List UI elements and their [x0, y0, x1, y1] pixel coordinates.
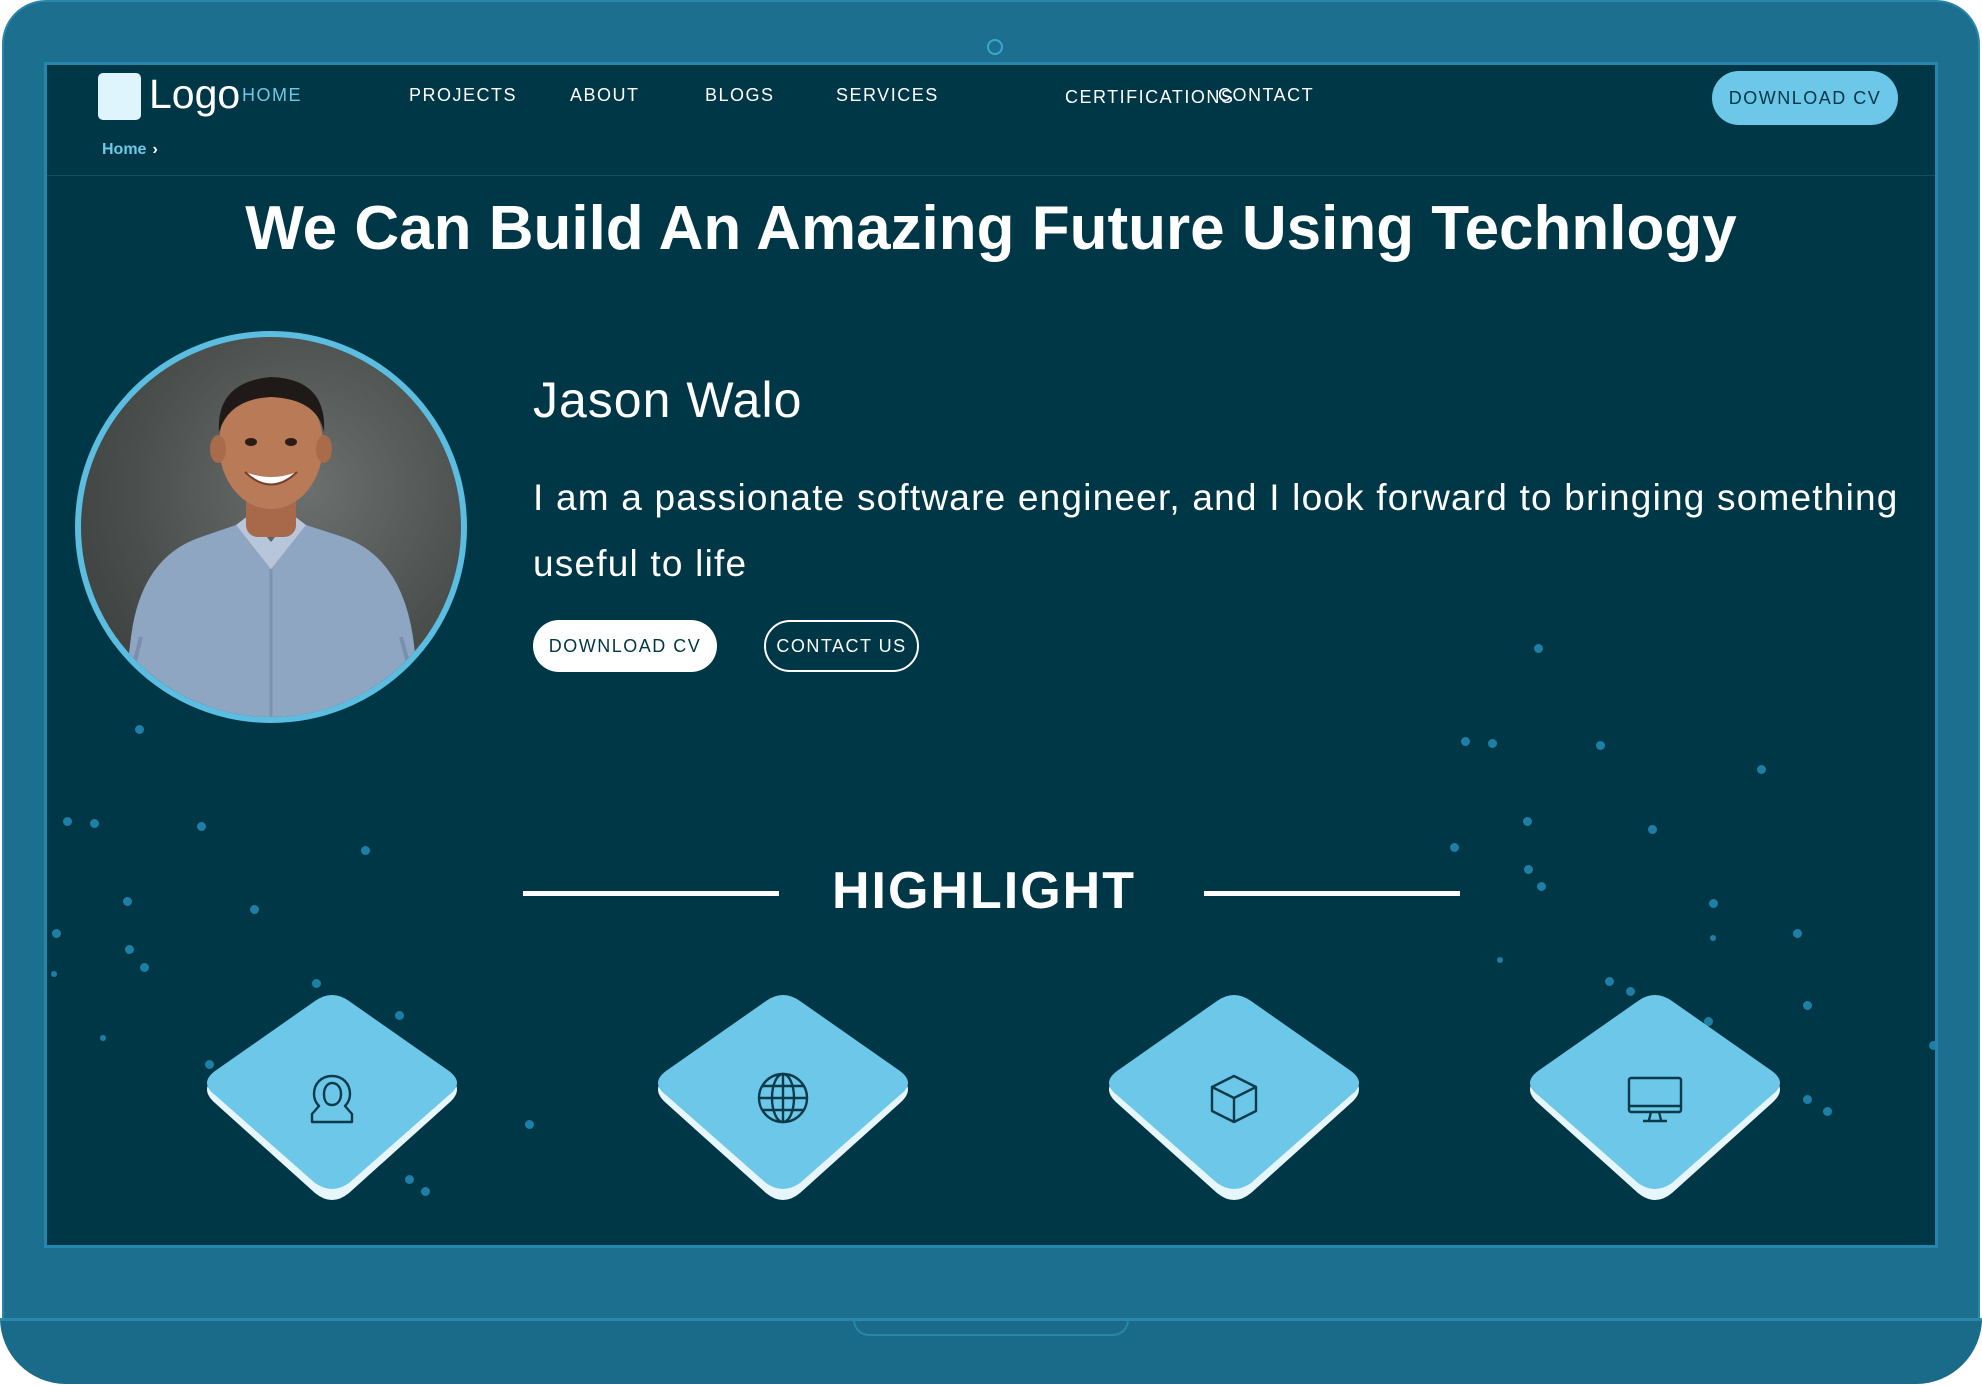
avatar [75, 331, 467, 723]
particle-dot [1534, 644, 1543, 653]
highlight-title: HIGHLIGHT [832, 862, 1136, 920]
monitor-icon [1627, 1076, 1683, 1123]
nav-item-home[interactable]: HOME [242, 85, 302, 106]
globe-icon [757, 1072, 809, 1124]
profile-photo [119, 377, 425, 717]
particle-dot [197, 822, 206, 831]
particle-dot [125, 945, 134, 954]
particle-dot [1488, 739, 1497, 748]
profile-name: Jason Walo [533, 372, 803, 428]
nav-divider [47, 175, 1935, 176]
highlight-divider-left [523, 891, 779, 896]
particle-dot [1450, 843, 1459, 852]
screen: Logo HOME PROJECTS ABOUT SERVICES CONTAC… [44, 62, 1938, 1248]
logo-text[interactable]: Logo [149, 71, 240, 118]
particle-dot [1823, 1107, 1832, 1116]
particle-dot [52, 929, 61, 938]
particle-dot [361, 846, 370, 855]
particle-dot [1929, 1041, 1935, 1050]
download-cv-button[interactable]: DOWNLOAD CV [533, 620, 717, 672]
contact-us-button[interactable]: CONTACT US [764, 620, 919, 672]
particle-dot [135, 725, 144, 734]
highlight-tile-monitor[interactable] [1520, 995, 1790, 1205]
particle-dot [1803, 1001, 1812, 1010]
particle-dot [1524, 865, 1533, 874]
profile-bio: I am a passionate software engineer, and… [533, 477, 1899, 584]
particle-dot [140, 963, 149, 972]
nav-item-certifications[interactable]: CERTIFICATIONS [1065, 87, 1234, 108]
particle-dot [1710, 935, 1716, 941]
particle-dot [1596, 741, 1605, 750]
particle-dot [312, 979, 321, 988]
particle-dot [1709, 899, 1718, 908]
nav-item-projects[interactable]: PROJECTS [409, 85, 517, 106]
particle-dot [51, 971, 57, 977]
laptop-notch [853, 1318, 1129, 1336]
particle-dot [1537, 882, 1546, 891]
particle-dot [100, 1035, 106, 1041]
particle-dot [1793, 929, 1802, 938]
logo-icon[interactable] [98, 73, 141, 120]
nav-item-services[interactable]: SERVICES [836, 85, 939, 106]
download-cv-nav-button[interactable]: DOWNLOAD CV [1712, 71, 1898, 125]
highlight-tile-user[interactable] [197, 995, 467, 1205]
user-icon [310, 1074, 354, 1124]
cube-icon [1210, 1074, 1258, 1124]
highlight-tile-cube[interactable] [1099, 995, 1369, 1205]
particle-dot [1605, 977, 1614, 986]
breadcrumb: Home › [102, 141, 158, 159]
breadcrumb-home-link[interactable]: Home [102, 141, 146, 159]
particle-dot [1523, 817, 1532, 826]
particle-dot [525, 1120, 534, 1129]
nav-item-about[interactable]: ABOUT [570, 85, 640, 106]
particle-dot [1757, 765, 1766, 774]
hero-title: We Can Build An Amazing Future Using Tec… [245, 194, 1737, 263]
particle-dot [90, 819, 99, 828]
particle-dot [63, 817, 72, 826]
particle-dot [1497, 957, 1503, 963]
webcam-icon [987, 39, 1003, 55]
particle-dot [250, 905, 259, 914]
particle-dot [1803, 1095, 1812, 1104]
highlight-divider-right [1204, 891, 1460, 896]
particle-dot [1648, 825, 1657, 834]
particle-dot [1461, 737, 1470, 746]
nav-item-blogs[interactable]: BLOGS [705, 85, 775, 106]
chevron-right-icon: › [152, 141, 158, 158]
particle-dot [123, 897, 132, 906]
highlight-tile-globe[interactable] [648, 995, 918, 1205]
